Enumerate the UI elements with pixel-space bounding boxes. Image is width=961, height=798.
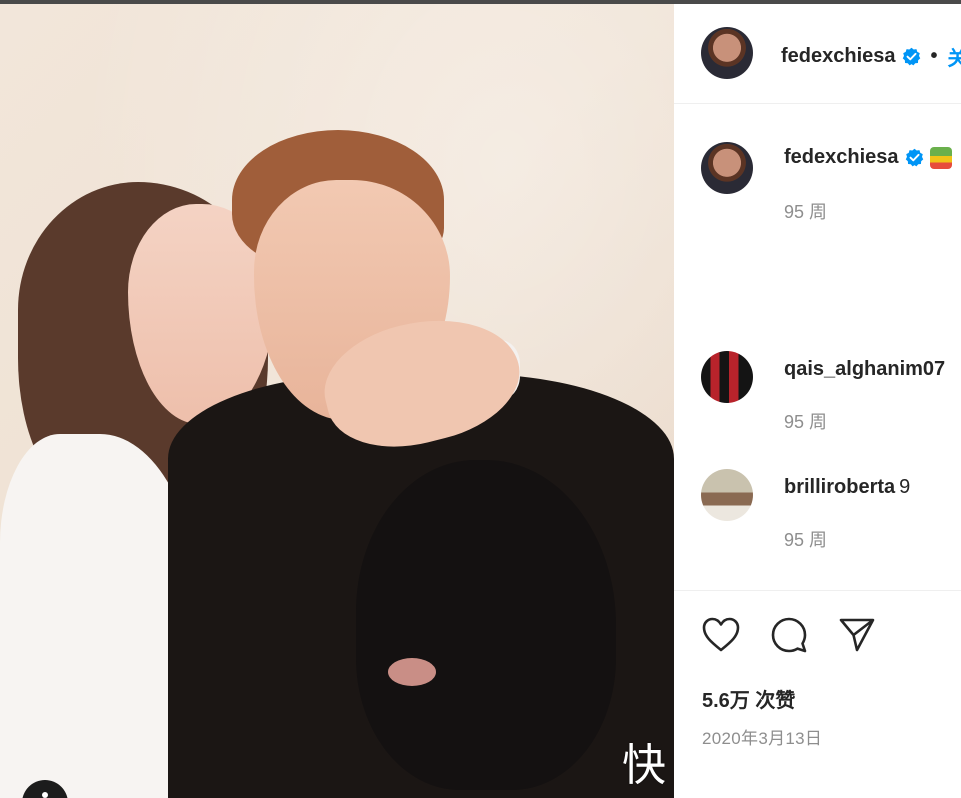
comment-avatar[interactable]: [701, 469, 753, 521]
post-date[interactable]: 2020年3月13日: [702, 724, 822, 749]
follow-button[interactable]: 关: [948, 42, 961, 71]
comment-time[interactable]: 95 周: [784, 408, 827, 434]
comment-username[interactable]: qais_alghanim07: [784, 358, 945, 380]
likes-count[interactable]: 5.6万 次赞: [702, 684, 795, 713]
actions-divider: [674, 590, 961, 591]
post-photo[interactable]: 快: [0, 4, 674, 798]
photo-dog: [356, 460, 616, 790]
heart-icon[interactable]: [701, 616, 741, 654]
caption-username[interactable]: fedexchiesa: [784, 146, 899, 169]
header-username[interactable]: fedexchiesa: [781, 45, 896, 68]
comment-icon[interactable]: [769, 616, 809, 654]
verified-badge-icon: [902, 47, 920, 66]
paper-plane-icon[interactable]: [837, 616, 877, 654]
header-user-row: fedexchiesa • 关: [781, 42, 961, 71]
header-avatar[interactable]: [701, 27, 753, 79]
caption-avatar[interactable]: [701, 142, 753, 194]
watermark-text: 快: [622, 740, 666, 791]
verified-badge-icon: [905, 148, 923, 167]
comment-row: qais_alghanim07: [784, 358, 949, 381]
header-separator: •: [930, 45, 938, 67]
caption-emoji-icon: [929, 146, 952, 169]
photo-dog-tongue: [388, 658, 436, 686]
comment-time[interactable]: 95 周: [784, 526, 827, 552]
comment-text: 9: [899, 476, 911, 498]
comment-avatar[interactable]: [701, 351, 753, 403]
header-divider: [674, 103, 961, 104]
comment-username[interactable]: brilliroberta: [784, 476, 895, 498]
action-bar: [701, 616, 877, 654]
caption-time[interactable]: 95 周: [784, 198, 827, 224]
comment-row: brilliroberta 9: [784, 476, 910, 499]
post-side-panel: fedexchiesa • 关 fedexchiesa 95 周 qais_al…: [674, 4, 961, 798]
caption-user-row: fedexchiesa: [784, 146, 952, 169]
user-tag-icon: [42, 792, 48, 798]
